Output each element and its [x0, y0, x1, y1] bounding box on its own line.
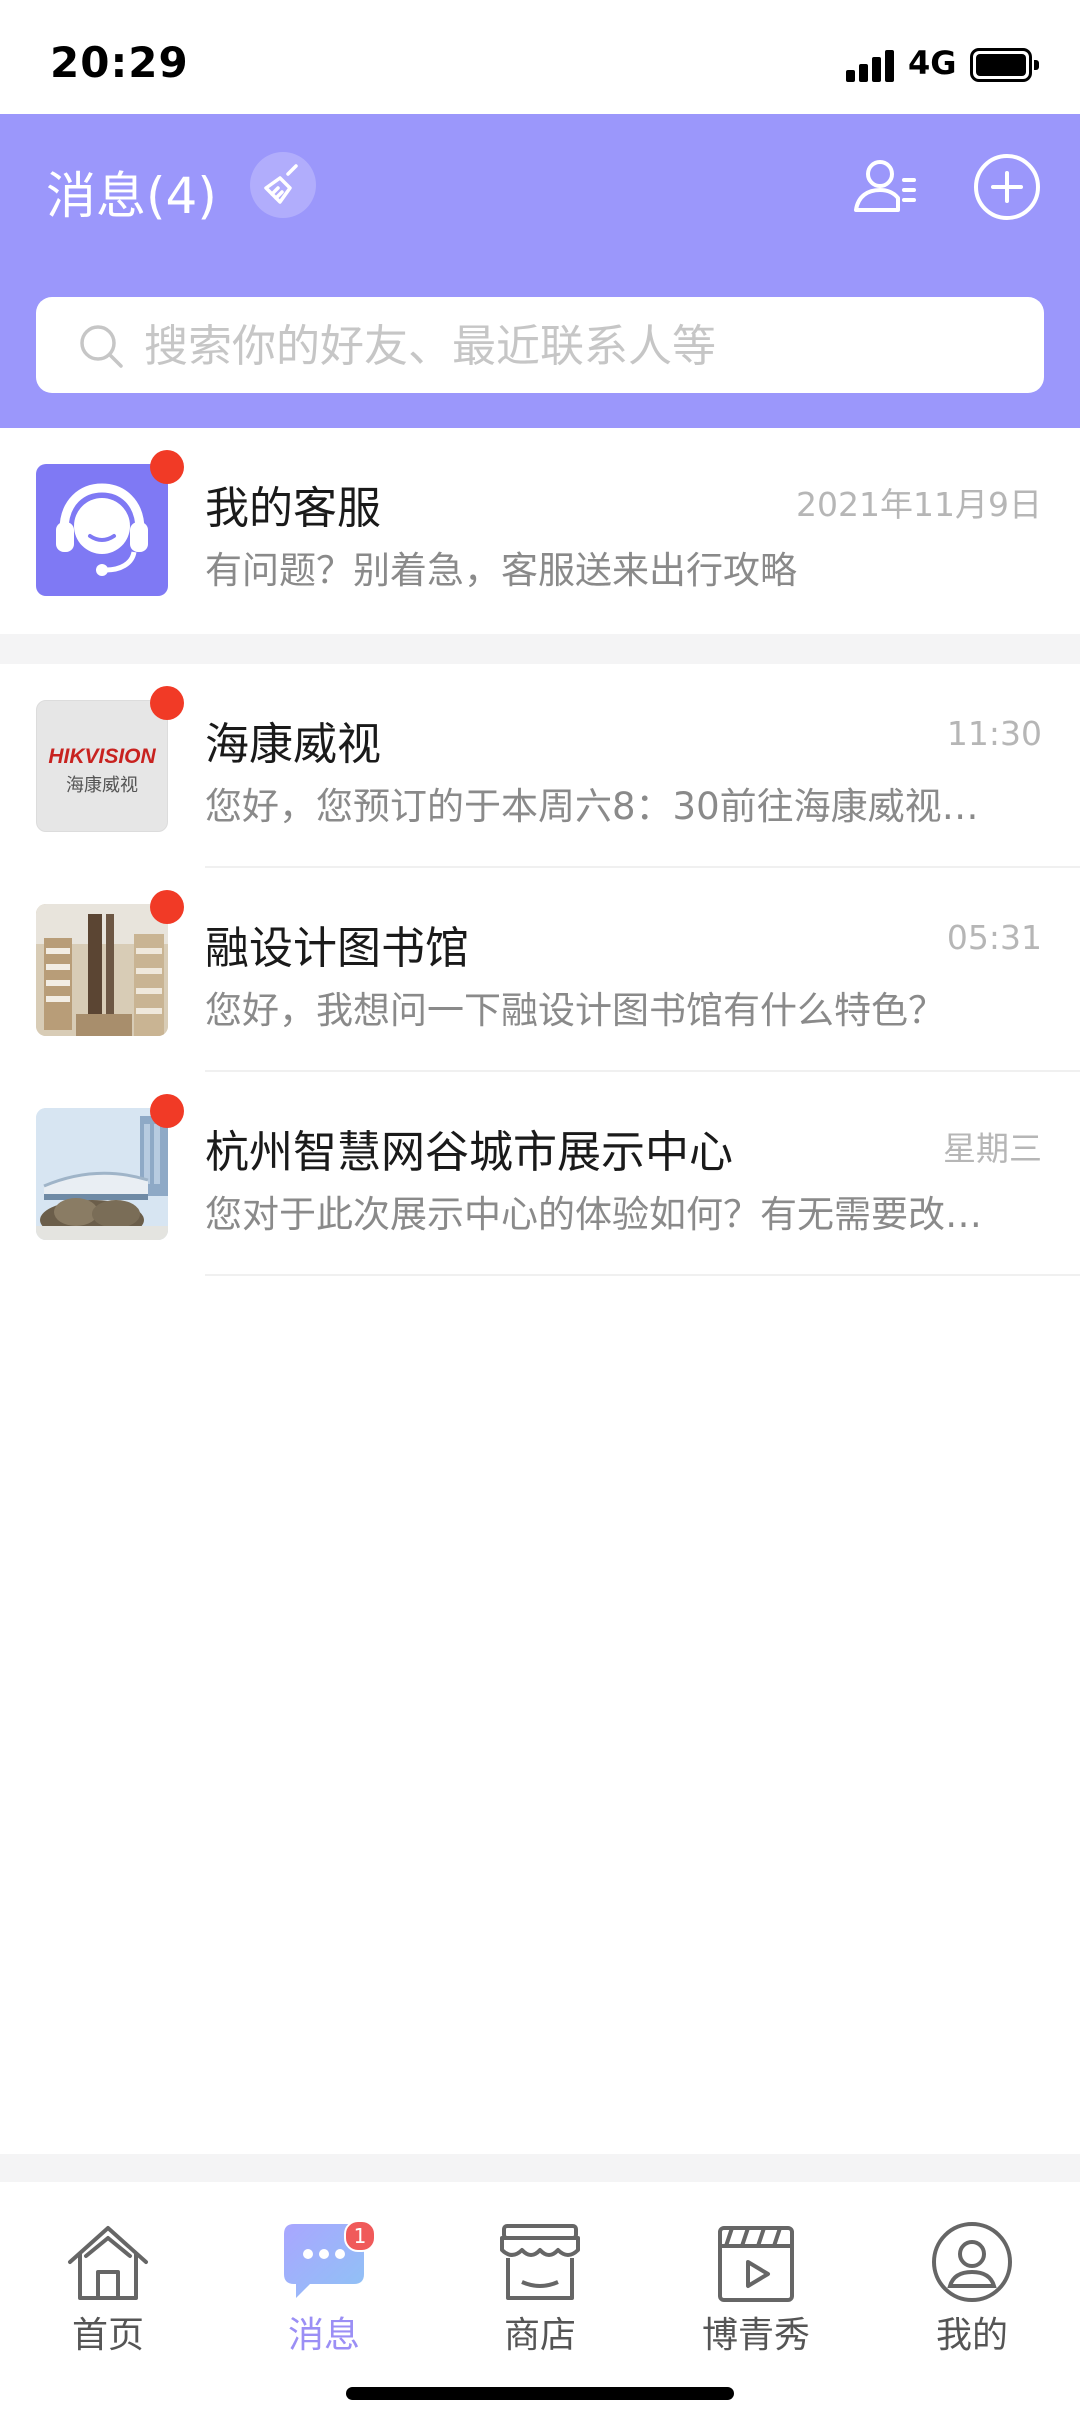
- unread-dot: [150, 1094, 184, 1128]
- conversation-preview: 有问题？别着急，客服送来出行攻略: [205, 549, 797, 592]
- conversation-item[interactable]: 杭州智慧网谷城市展示中心 星期三 您对于此次展示中心的体验如何？有无需要改…: [0, 1072, 1080, 1276]
- signal-icon: [846, 50, 898, 82]
- tab-label: 我的: [935, 2315, 1008, 2356]
- search-input[interactable]: [142, 297, 1026, 395]
- tab-label: 首页: [71, 2315, 144, 2356]
- logo-subtext: 海康威视: [66, 775, 138, 796]
- hikvision-logo: HIKVISION 海康威视: [36, 700, 168, 832]
- page-title: 消息(4): [46, 167, 217, 225]
- conversation-name: 我的客服: [205, 483, 381, 534]
- tab-label: 消息: [287, 2315, 360, 2356]
- tab-label: 博青秀: [701, 2315, 810, 2356]
- plus-circle-icon: [974, 154, 1040, 220]
- conversation-time: 11:30: [946, 714, 1042, 753]
- conversation-item[interactable]: 我的客服 2021年11月9日 有问题？别着急，客服送来出行攻略: [0, 428, 1080, 632]
- clear-unread-button[interactable]: [250, 152, 316, 218]
- messages-header: 消息(4): [0, 114, 1080, 428]
- home-icon: [68, 2226, 148, 2300]
- tab-home[interactable]: 首页: [0, 2182, 216, 2372]
- conversation-name: 杭州智慧网谷城市展示中心: [205, 1127, 733, 1178]
- tab-bar: 首页 消息 1 商店 博青秀 我的: [0, 2182, 1080, 2418]
- section-divider: [0, 634, 1080, 664]
- tab-messages[interactable]: 消息: [216, 2182, 432, 2372]
- conversation-time: 05:31: [946, 918, 1042, 957]
- tab-shop[interactable]: 商店: [432, 2182, 648, 2372]
- tabbar-separator: [0, 2154, 1080, 2182]
- search-bar[interactable]: [36, 297, 1044, 395]
- logo-text: HIKVISION: [48, 745, 156, 768]
- add-button[interactable]: [972, 152, 1042, 222]
- conversation-preview: 您对于此次展示中心的体验如何？有无需要改…: [205, 1193, 982, 1236]
- conversation-time: 星期三: [943, 1129, 1042, 1168]
- battery-icon: [970, 48, 1039, 82]
- tab-me[interactable]: 我的: [864, 2182, 1080, 2372]
- status-bar: 20:29 4G: [0, 0, 1080, 114]
- conversation-item[interactable]: HIKVISION 海康威视 海康威视 11:30 您好，您预订的于本周六8：3…: [0, 664, 1080, 868]
- conversation-name: 海康威视: [205, 719, 381, 770]
- contacts-icon: [854, 160, 916, 212]
- headset-icon: [36, 464, 168, 596]
- conversation-preview: 您好，您预订的于本周六8：30前往海康威视…: [205, 785, 979, 828]
- conversation-preview: 您好，我想问一下融设计图书馆有什么特色？: [205, 989, 945, 1032]
- user-icon: [932, 2222, 1012, 2302]
- tab-label: 商店: [503, 2315, 576, 2356]
- contacts-button[interactable]: [850, 150, 922, 222]
- shop-icon: [500, 2224, 580, 2300]
- search-icon: [80, 325, 123, 368]
- home-indicator[interactable]: [346, 2387, 734, 2400]
- clapperboard-icon: [718, 2226, 794, 2302]
- building-photo: [36, 1108, 168, 1240]
- status-time: 20:29: [50, 38, 189, 87]
- conversation-name: 融设计图书馆: [205, 923, 469, 974]
- unread-dot: [150, 450, 184, 484]
- unread-dot: [150, 686, 184, 720]
- conversation-time: 2021年11月9日: [796, 485, 1042, 524]
- unread-dot: [150, 890, 184, 924]
- row-divider: [205, 1274, 1080, 1276]
- network-type: 4G: [908, 44, 957, 82]
- broom-icon: [264, 164, 298, 204]
- conversation-item[interactable]: 融设计图书馆 05:31 您好，我想问一下融设计图书馆有什么特色？: [0, 868, 1080, 1072]
- tab-boqingxiu[interactable]: 博青秀: [648, 2182, 864, 2372]
- unread-badge: 1: [344, 2220, 376, 2252]
- library-photo: [36, 904, 168, 1036]
